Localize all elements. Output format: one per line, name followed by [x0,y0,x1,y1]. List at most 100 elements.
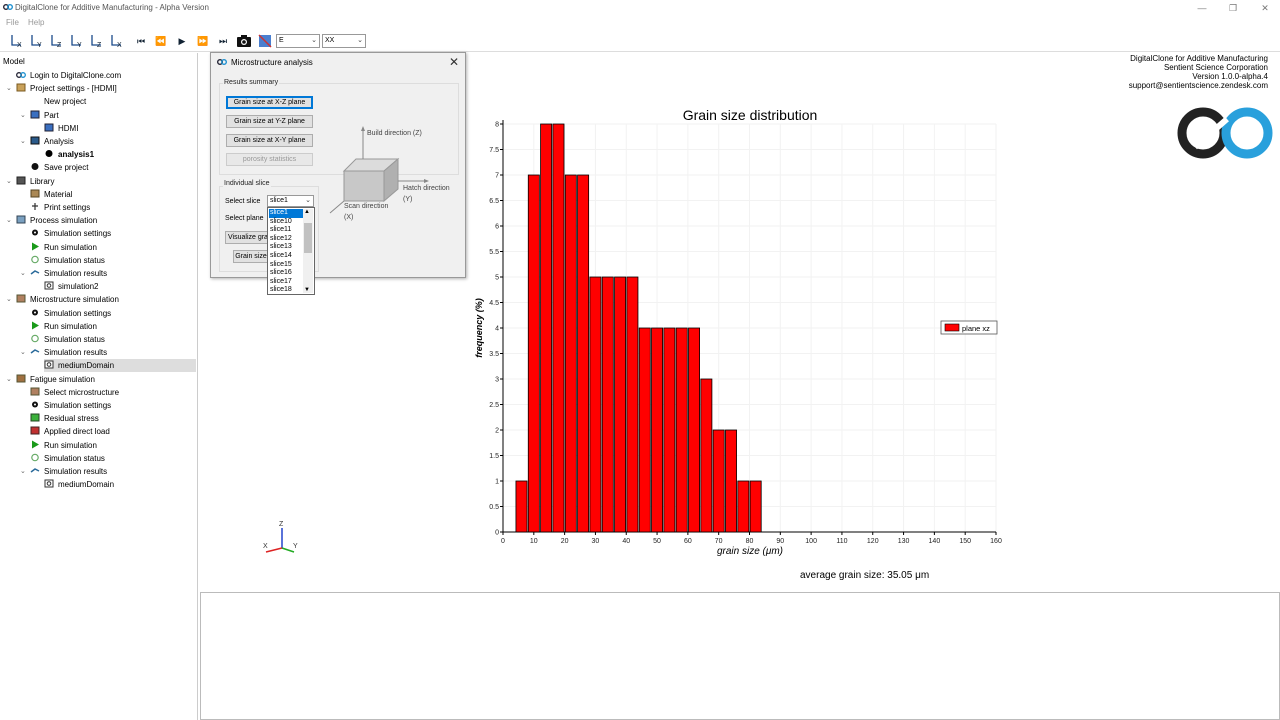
tree-item[interactable]: ⌄ Simulation results [20,346,107,359]
tree-item[interactable]: HDMI [44,122,78,135]
skip-back-icon[interactable]: ⏮ [132,32,150,50]
dialog-close-icon[interactable]: ✕ [449,55,459,69]
tree-item[interactable]: ⌄ Project settings - [HDMI] [6,82,117,95]
dropdown-option[interactable]: slice11 [269,226,303,235]
close-icon[interactable]: ✕ [1250,0,1280,16]
scroll-down-icon[interactable]: ▼ [304,287,310,293]
tree-item[interactable]: Run simulation [30,241,97,254]
render-mode-icon[interactable] [256,32,274,50]
dropdown-option[interactable]: slice18 [269,286,303,295]
dropdown-option[interactable]: slice10 [269,218,303,227]
fast-forward-icon[interactable]: ⏩ [194,32,212,50]
expand-toggle-icon[interactable]: ⌄ [20,135,26,148]
tree-item[interactable]: simulation2 [44,280,98,293]
expand-toggle-icon[interactable]: ⌄ [6,175,12,188]
tree-item[interactable]: Simulation settings [30,399,111,412]
tree-item[interactable]: Print settings [30,201,90,214]
grain-size-xz-button[interactable]: Grain size at X-Z plane [226,96,313,109]
expand-toggle-icon[interactable]: ⌄ [20,346,26,359]
console-panel[interactable] [200,592,1280,720]
dropdown-option[interactable]: slice15 [269,261,303,270]
rewind-icon[interactable]: ⏪ [152,32,170,50]
dropdown-scrollbar[interactable]: ▲ ▼ [303,209,313,293]
tree-item[interactable]: Residual stress [30,412,99,425]
expand-toggle-icon[interactable]: ⌄ [20,109,26,122]
skip-forward-icon[interactable]: ⏭ [214,32,232,50]
tree-item[interactable]: mediumDomain [44,359,196,373]
tree-item[interactable]: Simulation settings [30,227,111,240]
tree-item[interactable]: ⌄ Analysis [20,135,74,148]
tree-item[interactable]: Simulation status [30,452,105,465]
view-zx-button[interactable]: Z [88,32,106,50]
tree-item[interactable]: Material [30,188,72,201]
svg-text:Y: Y [293,543,298,550]
tree-item[interactable]: Save project [30,161,88,174]
grain-size-xy-button[interactable]: Grain size at X-Y plane [226,134,313,147]
maximize-icon[interactable]: ❐ [1218,0,1248,16]
camera-icon[interactable] [235,32,253,50]
grain-size-button[interactable]: Grain size [233,250,269,263]
expand-toggle-icon[interactable]: ⌄ [6,373,12,386]
scroll-up-icon[interactable]: ▲ [304,209,310,215]
component-select[interactable]: XX ⌄ [322,34,366,48]
tree-item[interactable]: Login to DigitalClone.com [16,69,121,82]
grain-size-yz-button[interactable]: Grain size at Y-Z plane [226,115,313,128]
tree-item[interactable]: Simulation status [30,254,105,267]
status-icon [30,334,40,343]
porosity-statistics-button[interactable]: porosity statistics [226,153,313,166]
view-yz-button[interactable]: Z [48,32,66,50]
tree-item[interactable]: Applied direct load [30,425,110,438]
tree-item[interactable]: Select microstructure [30,386,119,399]
svg-text:Z: Z [97,42,102,49]
view-xy-button[interactable]: Y [28,32,46,50]
expand-toggle-icon[interactable]: ⌄ [20,267,26,280]
histogram-bar [737,480,750,533]
menu-file[interactable]: File [6,18,19,27]
tree-item[interactable]: mediumDomain [44,478,114,491]
view-xz-button[interactable]: X [108,32,126,50]
tree-item-label: Print settings [44,203,91,212]
tree-item-label: Simulation status [44,335,105,344]
visualize-grain-button[interactable]: Visualize gra [225,231,269,244]
tree-item[interactable]: ⌄ Simulation results [20,465,107,478]
menu-help[interactable]: Help [28,18,44,27]
tree-item[interactable]: ⌄ Library [6,175,54,188]
printer-icon [30,202,40,211]
dropdown-option[interactable]: slice12 [269,235,303,244]
tree-item[interactable]: Simulation status [30,333,105,346]
svg-text:X: X [17,42,22,49]
dropdown-option[interactable]: slice17 [269,278,303,287]
view-zy-button[interactable]: Y [68,32,86,50]
expand-toggle-icon[interactable]: ⌄ [20,465,26,478]
expand-toggle-icon[interactable]: ⌄ [6,214,12,227]
view-yx-button[interactable]: X [8,32,26,50]
scrollbar-thumb[interactable] [304,223,312,253]
tree-item[interactable]: Run simulation [30,320,97,333]
dropdown-option[interactable]: slice14 [269,252,303,261]
tree-item[interactable]: ⌄ Simulation results [20,267,107,280]
tree-item[interactable]: New project [30,95,86,108]
tree-item[interactable]: ⌄ Microstructure simulation [6,293,119,306]
play-icon[interactable]: ▶ [173,32,191,50]
material-icon [30,189,40,198]
tree-item[interactable]: ⌄ Process simulation [6,214,97,227]
tree-item[interactable]: Run simulation [30,439,97,452]
tree-item[interactable]: ⌄ Part [20,109,59,122]
brand-logo-icon [1177,107,1273,159]
tree-item-label: Run simulation [44,321,97,331]
dropdown-option[interactable]: slice13 [269,243,303,252]
tree-item[interactable]: Simulation settings [30,307,111,320]
book-icon [16,176,26,185]
x-tick-label: 40 [622,538,630,545]
field-select[interactable]: E ⌄ [276,34,320,48]
minimize-icon[interactable]: — [1187,0,1217,16]
dropdown-option[interactable]: slice1 [269,209,303,218]
dropdown-option[interactable]: slice16 [269,269,303,278]
tree-item[interactable]: ⌄ Fatigue simulation [6,373,95,386]
select-slice-combo[interactable]: slice1 ⌄ [267,195,314,207]
expand-toggle-icon[interactable]: ⌄ [6,82,12,95]
tree-item-label: Fatigue simulation [30,374,95,384]
x-tick-label: 90 [776,538,784,545]
expand-toggle-icon[interactable]: ⌄ [6,293,12,306]
tree-item[interactable]: analysis1 [44,148,94,161]
